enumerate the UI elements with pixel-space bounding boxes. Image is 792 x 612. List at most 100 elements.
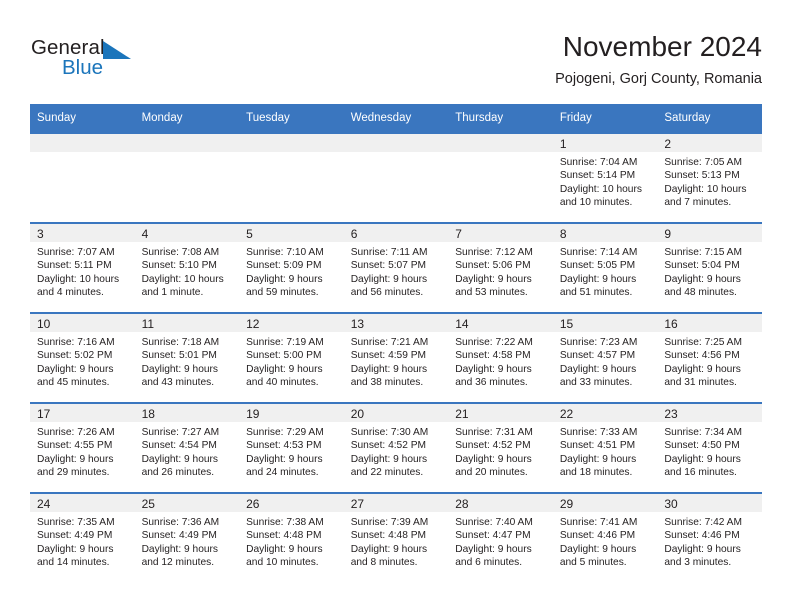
calendar-day-cell[interactable]: 5 Sunrise: 7:10 AM Sunset: 5:09 PM Daylight… [239, 223, 344, 313]
daylight-text: Daylight: 10 hours and 4 minutes. [37, 273, 120, 299]
calendar-day-cell[interactable]: 24 Sunrise: 7:35 AM Sunset: 4:49 PM Dayligh… [30, 493, 135, 582]
calendar-container: Sunday Monday Tuesday Wednesday Thursday… [30, 104, 762, 582]
sunset-text: Sunset: 4:50 PM [664, 440, 740, 452]
calendar-day-cell[interactable]: 10 Sunrise: 7:16 AM Sunset: 5:02 PM Dayligh… [30, 313, 135, 403]
calendar-day-cell[interactable]: 2 Sunrise: 7:05 AM Sunset: 5:13 PM Daylight… [657, 133, 762, 223]
calendar-day-cell[interactable]: 16 Sunrise: 7:25 AM Sunset: 4:56 PM Dayligh… [657, 313, 762, 403]
daylight-text: Daylight: 9 hours and 5 minutes. [559, 543, 637, 569]
daylight-text: Daylight: 10 hours and 10 minutes. [559, 183, 642, 209]
day-number: 8 [552, 224, 658, 242]
calendar-week-row: 24 Sunrise: 7:35 AM Sunset: 4:49 PM Dayligh… [30, 493, 762, 582]
calendar-day-cell[interactable]: 13 Sunrise: 7:21 AM Sunset: 4:59 PM Dayligh… [343, 313, 449, 403]
calendar-day-cell[interactable]: 17 Sunrise: 7:26 AM Sunset: 4:55 PM Dayligh… [30, 403, 135, 493]
calendar-day-cell[interactable]: 11 Sunrise: 7:18 AM Sunset: 5:01 PM Dayligh… [134, 313, 240, 403]
location-subtitle: Pojogeni, Gorj County, Romania [555, 71, 762, 87]
sunset-text: Sunset: 5:07 PM [350, 260, 427, 272]
weekday-header-saturday: Saturday [657, 104, 762, 133]
calendar-day-cell[interactable]: 7 Sunrise: 7:12 AM Sunset: 5:06 PM Daylight… [448, 223, 553, 313]
daylight-text: Daylight: 9 hours and 45 minutes. [37, 363, 114, 389]
day-details: Sunrise: 7:39 AM Sunset: 4:48 PM Daylight:… [344, 512, 449, 570]
day-number: 7 [448, 224, 553, 242]
calendar-day-cell[interactable]: 1 Sunrise: 7:04 AM Sunset: 5:14 PM Daylight… [552, 133, 658, 223]
day-number [239, 134, 344, 152]
sunset-text: Sunset: 5:10 PM [141, 260, 217, 272]
calendar-day-cell[interactable]: 6 Sunrise: 7:11 AM Sunset: 5:07 PM Daylight… [343, 223, 449, 313]
daylight-text: Daylight: 9 hours and 14 minutes. [37, 543, 114, 569]
day-details: Sunrise: 7:25 AM Sunset: 4:56 PM Daylight:… [657, 332, 762, 390]
daylight-text: Daylight: 9 hours and 43 minutes. [141, 363, 219, 389]
sunset-text: Sunset: 5:02 PM [37, 350, 113, 362]
sunrise-text: Sunrise: 7:30 AM [350, 427, 429, 438]
sunrise-text: Sunrise: 7:40 AM [455, 517, 533, 528]
daylight-text: Daylight: 9 hours and 18 minutes. [559, 453, 637, 479]
calendar-day-cell[interactable]: 9 Sunrise: 7:15 AM Sunset: 5:04 PM Daylight… [657, 223, 762, 313]
weekday-header-tuesday: Tuesday [239, 104, 344, 133]
sunrise-text: Sunrise: 7:39 AM [350, 517, 429, 528]
daylight-text: Daylight: 9 hours and 48 minutes. [664, 273, 741, 299]
calendar-day-cell[interactable]: 8 Sunrise: 7:14 AM Sunset: 5:05 PM Daylight… [552, 223, 658, 313]
day-number: 5 [239, 224, 344, 242]
sunrise-text: Sunrise: 7:25 AM [664, 337, 742, 348]
daylight-text: Daylight: 9 hours and 51 minutes. [559, 273, 637, 299]
day-number: 21 [448, 404, 553, 422]
calendar-day-cell[interactable]: 18 Sunrise: 7:27 AM Sunset: 4:54 PM Dayligh… [134, 403, 240, 493]
daylight-text: Daylight: 9 hours and 59 minutes. [246, 273, 323, 299]
day-number: 17 [30, 404, 135, 422]
day-details: Sunrise: 7:05 AM Sunset: 5:13 PM Daylight:… [657, 152, 762, 210]
day-details: Sunrise: 7:23 AM Sunset: 4:57 PM Daylight:… [553, 332, 658, 390]
calendar-day-cell[interactable]: 14 Sunrise: 7:22 AM Sunset: 4:58 PM Dayligh… [448, 313, 553, 403]
sunset-text: Sunset: 4:58 PM [455, 350, 531, 362]
daylight-text: Daylight: 9 hours and 12 minutes. [141, 543, 219, 569]
day-details: Sunrise: 7:04 AM Sunset: 5:14 PM Daylight:… [553, 152, 658, 210]
weekday-header-monday: Monday [134, 104, 240, 133]
day-number [448, 134, 553, 152]
calendar-day-cell[interactable]: 27 Sunrise: 7:39 AM Sunset: 4:48 PM Dayligh… [343, 493, 449, 582]
logo-text-blue: Blue [62, 56, 104, 79]
calendar-week-row: 10 Sunrise: 7:16 AM Sunset: 5:02 PM Dayligh… [30, 313, 762, 403]
calendar-day-cell[interactable]: 30 Sunrise: 7:42 AM Sunset: 4:46 PM Dayligh… [657, 493, 762, 582]
calendar-day-cell[interactable]: 25 Sunrise: 7:36 AM Sunset: 4:49 PM Dayligh… [134, 493, 240, 582]
day-number: 2 [657, 134, 762, 152]
calendar-day-cell[interactable]: 26 Sunrise: 7:38 AM Sunset: 4:48 PM Dayligh… [239, 493, 344, 582]
calendar-day-cell[interactable]: 15 Sunrise: 7:23 AM Sunset: 4:57 PM Dayligh… [552, 313, 658, 403]
daylight-text: Daylight: 9 hours and 26 minutes. [141, 453, 219, 479]
sunset-text: Sunset: 4:54 PM [141, 440, 217, 452]
calendar-day-cell[interactable]: 12 Sunrise: 7:19 AM Sunset: 5:00 PM Dayligh… [239, 313, 344, 403]
day-number: 4 [134, 224, 240, 242]
sunset-text: Sunset: 5:11 PM [37, 260, 112, 272]
calendar-day-cell[interactable]: 29 Sunrise: 7:41 AM Sunset: 4:46 PM Dayligh… [552, 493, 658, 582]
sunset-text: Sunset: 5:06 PM [455, 260, 531, 272]
sunrise-text: Sunrise: 7:15 AM [664, 247, 742, 258]
day-number: 26 [239, 494, 344, 512]
sunrise-text: Sunrise: 7:11 AM [350, 247, 428, 258]
sunrise-text: Sunrise: 7:08 AM [141, 247, 220, 258]
calendar-day-cell[interactable]: 4 Sunrise: 7:08 AM Sunset: 5:10 PM Daylight… [134, 223, 240, 313]
sunrise-text: Sunrise: 7:41 AM [559, 517, 638, 528]
sunrise-text: Sunrise: 7:05 AM [664, 157, 742, 168]
calendar-day-cell-empty [343, 133, 449, 223]
day-details: Sunrise: 7:12 AM Sunset: 5:06 PM Daylight:… [448, 242, 553, 300]
day-details: Sunrise: 7:26 AM Sunset: 4:55 PM Daylight:… [30, 422, 135, 480]
calendar-day-cell[interactable]: 19 Sunrise: 7:29 AM Sunset: 4:53 PM Dayligh… [239, 403, 344, 493]
calendar-day-cell[interactable]: 28 Sunrise: 7:40 AM Sunset: 4:47 PM Dayligh… [448, 493, 553, 582]
calendar-day-cell[interactable]: 22 Sunrise: 7:33 AM Sunset: 4:51 PM Dayligh… [552, 403, 658, 493]
calendar-day-cell[interactable]: 23 Sunrise: 7:34 AM Sunset: 4:50 PM Dayligh… [657, 403, 762, 493]
calendar-body: 1 Sunrise: 7:04 AM Sunset: 5:14 PM Daylight… [30, 133, 762, 582]
sunrise-text: Sunrise: 7:19 AM [246, 337, 324, 348]
sunset-text: Sunset: 5:01 PM [141, 350, 217, 362]
daylight-text: Daylight: 9 hours and 56 minutes. [350, 273, 428, 299]
calendar-day-cell[interactable]: 20 Sunrise: 7:30 AM Sunset: 4:52 PM Dayligh… [343, 403, 449, 493]
day-details: Sunrise: 7:22 AM Sunset: 4:58 PM Daylight:… [448, 332, 553, 390]
sunset-text: Sunset: 4:59 PM [350, 350, 427, 362]
day-number: 24 [30, 494, 135, 512]
calendar-day-cell[interactable]: 21 Sunrise: 7:31 AM Sunset: 4:52 PM Dayligh… [448, 403, 553, 493]
sunset-text: Sunset: 4:56 PM [664, 350, 740, 362]
day-details: Sunrise: 7:31 AM Sunset: 4:52 PM Daylight:… [448, 422, 553, 480]
daylight-text: Daylight: 10 hours and 1 minute. [141, 273, 224, 299]
sunset-text: Sunset: 4:51 PM [559, 440, 636, 452]
sunset-text: Sunset: 5:04 PM [664, 260, 740, 272]
calendar-day-cell[interactable]: 3 Sunrise: 7:07 AM Sunset: 5:11 PM Daylight… [30, 223, 135, 313]
generalblue-logo[interactable]: General Blue [31, 36, 161, 84]
calendar-week-row: 17 Sunrise: 7:26 AM Sunset: 4:55 PM Dayligh… [30, 403, 762, 493]
day-number: 3 [30, 224, 135, 242]
